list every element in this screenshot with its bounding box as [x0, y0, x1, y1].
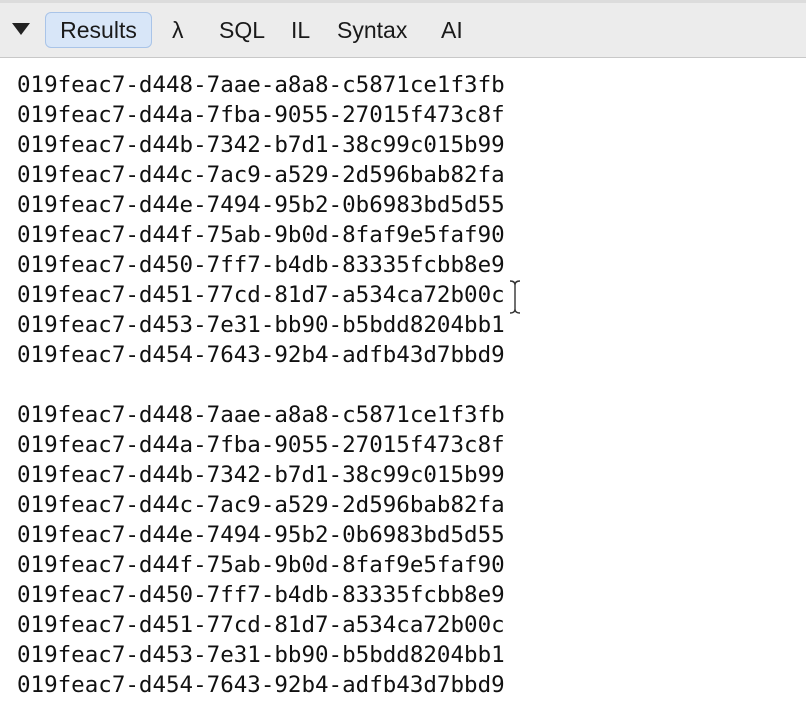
result-line: 019feac7-d450-7ff7-b4db-83335fcbb8e9	[17, 582, 505, 608]
result-line: 019feac7-d453-7e31-bb90-b5bdd8204bb1	[17, 312, 505, 338]
result-line: 019feac7-d44a-7fba-9055-27015f473c8f	[17, 102, 505, 128]
result-line: 019feac7-d44e-7494-95b2-0b6983bd5d55	[17, 522, 505, 548]
result-line: 019feac7-d44f-75ab-9b0d-8faf9e5faf90	[17, 552, 505, 578]
result-line: 019feac7-d44b-7342-b7d1-38c99c015b99	[17, 132, 505, 158]
result-line: 019feac7-d451-77cd-81d7-a534ca72b00c	[17, 282, 505, 308]
result-line: 019feac7-d44e-7494-95b2-0b6983bd5d55	[17, 192, 505, 218]
result-line: 019feac7-d44b-7342-b7d1-38c99c015b99	[17, 462, 505, 488]
collapse-triangle-icon[interactable]	[12, 23, 30, 35]
result-line: 019feac7-d448-7aae-a8a8-c5871ce1f3fb	[17, 402, 505, 428]
tab-lambda[interactable]: λ	[172, 12, 184, 48]
result-line: 019feac7-d44f-75ab-9b0d-8faf9e5faf90	[17, 222, 505, 248]
result-line: 019feac7-d44a-7fba-9055-27015f473c8f	[17, 432, 505, 458]
result-line: 019feac7-d44c-7ac9-a529-2d596bab82fa	[17, 492, 505, 518]
result-line: 019feac7-d454-7643-92b4-adfb43d7bbd9	[17, 672, 505, 698]
result-line: 019feac7-d453-7e31-bb90-b5bdd8204bb1	[17, 642, 505, 668]
results-toolbar: Results λ SQL IL Syntax AI	[0, 0, 806, 58]
result-line: 019feac7-d450-7ff7-b4db-83335fcbb8e9	[17, 252, 505, 278]
tab-il[interactable]: IL	[291, 12, 310, 48]
result-line: 019feac7-d44c-7ac9-a529-2d596bab82fa	[17, 162, 505, 188]
tab-ai[interactable]: AI	[441, 12, 463, 48]
results-output-panel[interactable]: 019feac7-d448-7aae-a8a8-c5871ce1f3fb 019f…	[0, 59, 806, 720]
text-cursor-icon	[509, 280, 521, 314]
tab-sql[interactable]: SQL	[219, 12, 265, 48]
tab-results[interactable]: Results	[45, 12, 152, 48]
tab-syntax[interactable]: Syntax	[337, 12, 407, 48]
result-line: 019feac7-d451-77cd-81d7-a534ca72b00c	[17, 612, 505, 638]
result-line: 019feac7-d448-7aae-a8a8-c5871ce1f3fb	[17, 72, 505, 98]
toolbar-top-border	[0, 0, 806, 3]
result-line: 019feac7-d454-7643-92b4-adfb43d7bbd9	[17, 342, 505, 368]
